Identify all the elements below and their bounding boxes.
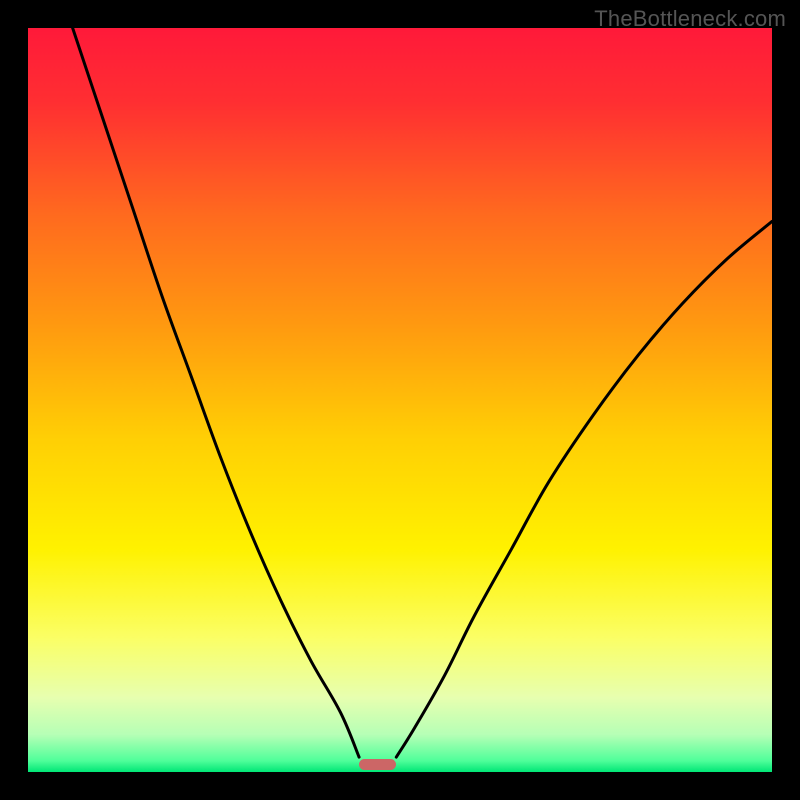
minimum-marker: [359, 759, 396, 770]
chart-frame: TheBottleneck.com: [0, 0, 800, 800]
watermark-text: TheBottleneck.com: [594, 6, 786, 32]
bottleneck-curve: [28, 28, 772, 772]
curve-right-curve: [396, 221, 772, 757]
curve-left-curve: [73, 28, 359, 757]
plot-area: [28, 28, 772, 772]
